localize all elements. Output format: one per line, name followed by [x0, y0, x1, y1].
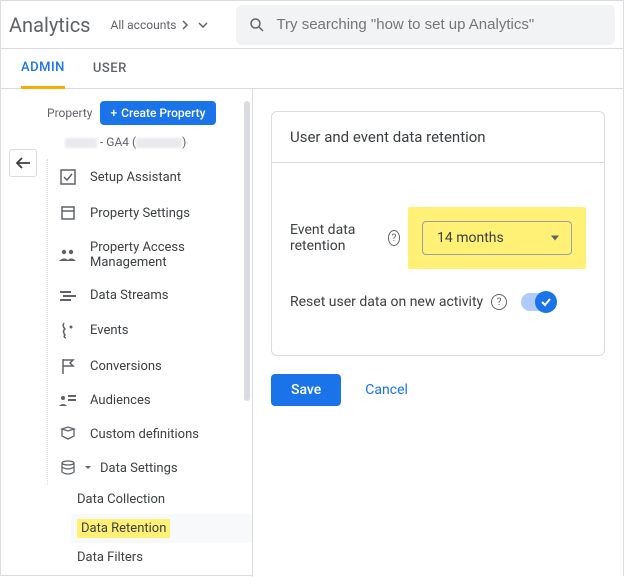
flag-icon — [58, 357, 78, 375]
sidebar-item-label: Conversions — [90, 359, 162, 374]
sidebar-item-label: Data Settings — [100, 461, 178, 476]
search-icon — [248, 16, 266, 34]
header: Analytics All accounts — [1, 1, 623, 49]
definitions-icon — [58, 426, 78, 442]
sidebar-item-label: Property Settings — [90, 206, 190, 221]
cancel-button[interactable]: Cancel — [365, 382, 408, 398]
sidebar-item-label: Events — [90, 323, 128, 338]
action-row: Save Cancel — [271, 374, 605, 406]
sidebar-subitem-label: Data Collection — [77, 492, 165, 507]
database-icon — [58, 460, 78, 476]
sidebar-item-data-settings[interactable]: Data Settings — [52, 451, 252, 485]
sidebar-subitem-label: Data Retention — [77, 519, 170, 538]
event-retention-label: Event data retention — [290, 222, 380, 254]
chevron-right-icon — [182, 20, 190, 30]
main-panel: User and event data retention Event data… — [253, 89, 623, 577]
sidebar-nav: Setup Assistant Property Settings Proper… — [47, 159, 252, 485]
save-button[interactable]: Save — [271, 374, 341, 406]
redacted-text — [65, 138, 97, 148]
back-button[interactable] — [9, 149, 37, 177]
tabs: ADMIN USER — [1, 49, 623, 89]
account-switcher-label: All accounts — [111, 18, 177, 32]
sidebar-item-label: Setup Assistant — [90, 170, 181, 185]
streams-icon — [58, 289, 78, 303]
event-retention-select[interactable]: 14 months — [422, 221, 572, 255]
check-square-icon — [58, 168, 78, 186]
sidebar-item-label: Custom definitions — [90, 427, 199, 442]
sidebar-subitem-data-collection[interactable]: Data Collection — [71, 485, 252, 514]
sidebar-subitem-label: Data Filters — [77, 550, 143, 565]
toggle-knob — [535, 291, 557, 313]
events-icon — [58, 321, 78, 339]
sidebar-item-conversions[interactable]: Conversions — [52, 348, 252, 384]
create-property-label: Create Property — [121, 106, 205, 120]
sidebar-subitem-data-filters[interactable]: Data Filters — [71, 543, 252, 572]
property-name-fragment: - GA4 ( — [100, 135, 136, 149]
sidebar-subitem-data-retention[interactable]: Data Retention — [71, 514, 252, 543]
sidebar: Property + Create Property - GA4 () Setu… — [1, 89, 253, 577]
property-name[interactable]: - GA4 () — [29, 131, 252, 159]
sidebar-item-data-streams[interactable]: Data Streams — [52, 279, 252, 312]
plus-icon: + — [110, 106, 117, 120]
sidebar-item-label: Audiences — [90, 393, 151, 408]
help-icon[interactable]: ? — [388, 230, 400, 246]
sidebar-item-custom-definitions[interactable]: Custom definitions — [52, 417, 252, 451]
dropdown-caret-icon[interactable] — [198, 22, 208, 28]
scrollbar[interactable] — [244, 101, 250, 401]
sidebar-item-property-access[interactable]: Property Access Management — [52, 231, 252, 279]
tab-admin[interactable]: ADMIN — [21, 49, 65, 89]
chevron-down-icon — [84, 465, 92, 471]
card-title: User and event data retention — [272, 112, 604, 163]
event-retention-highlight: 14 months — [408, 207, 586, 269]
search-input[interactable] — [276, 16, 603, 33]
event-retention-row: Event data retention ? 14 months — [290, 207, 586, 269]
reset-user-data-label: Reset user data on new activity — [290, 294, 483, 310]
sidebar-item-label: Property Access Management — [90, 240, 220, 270]
reset-user-data-row: Reset user data on new activity ? — [290, 293, 586, 311]
content: Property + Create Property - GA4 () Setu… — [1, 89, 623, 577]
sidebar-item-property-settings[interactable]: Property Settings — [52, 195, 252, 231]
select-value: 14 months — [437, 230, 504, 246]
sidebar-item-setup-assistant[interactable]: Setup Assistant — [52, 159, 252, 195]
reset-user-data-toggle[interactable] — [521, 293, 555, 311]
square-icon — [58, 204, 78, 222]
retention-card: User and event data retention Event data… — [271, 111, 605, 356]
help-icon[interactable]: ? — [491, 294, 507, 310]
sidebar-sublist: Data Collection Data Retention Data Filt… — [29, 485, 252, 572]
property-label: Property — [47, 106, 92, 120]
redacted-text — [136, 138, 182, 148]
card-body: Event data retention ? 14 months Reset u… — [272, 163, 604, 355]
people-icon — [58, 248, 78, 262]
audiences-icon — [58, 394, 78, 408]
brand: Analytics — [9, 13, 103, 37]
create-property-button[interactable]: + Create Property — [100, 101, 215, 125]
account-switcher[interactable]: All accounts — [103, 14, 199, 36]
sidebar-item-audiences[interactable]: Audiences — [52, 384, 252, 417]
property-header: Property + Create Property — [29, 101, 252, 131]
search-bar[interactable] — [236, 5, 615, 45]
sidebar-item-label: Data Streams — [90, 288, 168, 303]
sidebar-item-events[interactable]: Events — [52, 312, 252, 348]
tab-user[interactable]: USER — [93, 49, 127, 89]
